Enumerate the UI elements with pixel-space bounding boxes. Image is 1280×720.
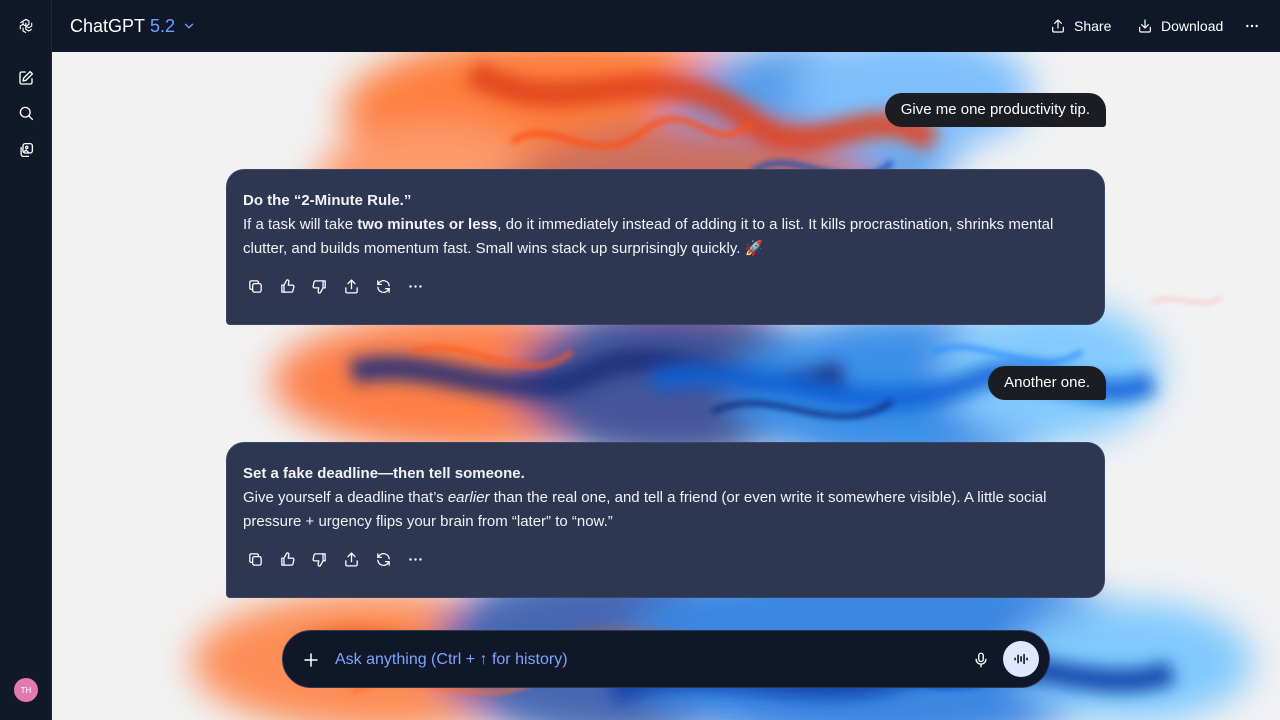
microphone-icon [975, 652, 987, 668]
new-chat-icon[interactable] [13, 65, 39, 91]
copy-button[interactable] [243, 274, 267, 298]
thumbs-down-icon [311, 279, 326, 294]
regenerate-button[interactable] [371, 547, 395, 571]
good-response-button[interactable] [275, 274, 299, 298]
library-icon[interactable] [13, 137, 39, 163]
message-actions [243, 547, 1088, 571]
sidebar-rail: TH [0, 0, 52, 720]
more-horizontal-icon [1246, 24, 1258, 28]
share-icon [344, 278, 358, 294]
more-horizontal-icon [408, 284, 422, 288]
body-text-bold: two minutes or less [357, 216, 498, 233]
assistant-message-heading: Do the “2-Minute Rule.” [243, 192, 412, 209]
body-text: Give yourself a deadline that’s [243, 489, 448, 506]
good-response-button[interactable] [275, 547, 299, 571]
share-icon [1052, 19, 1064, 33]
assistant-message-body: Give yourself a deadline that’s earlier … [243, 486, 1088, 534]
download-icon [1139, 19, 1151, 33]
plus-icon [304, 653, 318, 667]
add-attachment-button[interactable] [297, 646, 325, 674]
voice-mode-button[interactable] [1003, 641, 1039, 677]
model-selector[interactable]: ChatGPT 5.2 [70, 14, 196, 38]
regenerate-icon [376, 279, 390, 293]
share-button[interactable]: Share [1050, 16, 1111, 36]
user-message: Another one. [988, 366, 1106, 400]
thumbs-up-icon [280, 278, 295, 293]
dictate-button[interactable] [967, 646, 995, 674]
assistant-message-body: If a task will take two minutes or less,… [243, 213, 1088, 261]
share-icon [344, 551, 358, 567]
message-more-button[interactable] [403, 547, 427, 571]
bad-response-button[interactable] [307, 274, 331, 298]
share-message-button[interactable] [339, 274, 363, 298]
voice-waveform-icon [1014, 653, 1028, 665]
share-message-button[interactable] [339, 547, 363, 571]
model-name: ChatGPT [70, 15, 146, 36]
assistant-message-heading: Set a fake deadline—then tell someone. [243, 465, 525, 482]
bad-response-button[interactable] [307, 547, 331, 571]
model-version: 5.2 [150, 15, 176, 36]
message-actions [243, 274, 1088, 298]
user-message: Give me one productivity tip. [884, 93, 1106, 127]
top-bar: ChatGPT 5.2 Share Download [52, 0, 1280, 52]
regenerate-icon [376, 552, 390, 566]
message-more-button[interactable] [403, 274, 427, 298]
assistant-message: Set a fake deadline—then tell someone. G… [226, 442, 1105, 598]
chevron-down-icon [184, 23, 194, 29]
more-horizontal-icon [408, 557, 422, 561]
thumbs-down-icon [311, 552, 326, 567]
copy-icon [248, 552, 262, 566]
avatar[interactable]: TH [14, 678, 38, 702]
download-button[interactable]: Download [1137, 16, 1223, 36]
copy-icon [248, 279, 262, 293]
download-label: Download [1161, 18, 1224, 34]
assistant-message: Do the “2-Minute Rule.” If a task will t… [226, 169, 1105, 325]
prompt-input[interactable] [335, 647, 955, 673]
openai-logo-icon[interactable] [13, 13, 39, 39]
more-options-button[interactable] [1244, 16, 1260, 36]
search-icon[interactable] [13, 100, 39, 126]
regenerate-button[interactable] [371, 274, 395, 298]
copy-button[interactable] [243, 547, 267, 571]
composer [282, 630, 1050, 688]
body-text: If a task will take [243, 216, 358, 233]
body-text-italic: earlier [447, 489, 490, 506]
share-label: Share [1074, 18, 1112, 34]
chat-canvas: Give me one productivity tip. Do the “2-… [52, 52, 1280, 720]
thumbs-up-icon [280, 551, 295, 566]
